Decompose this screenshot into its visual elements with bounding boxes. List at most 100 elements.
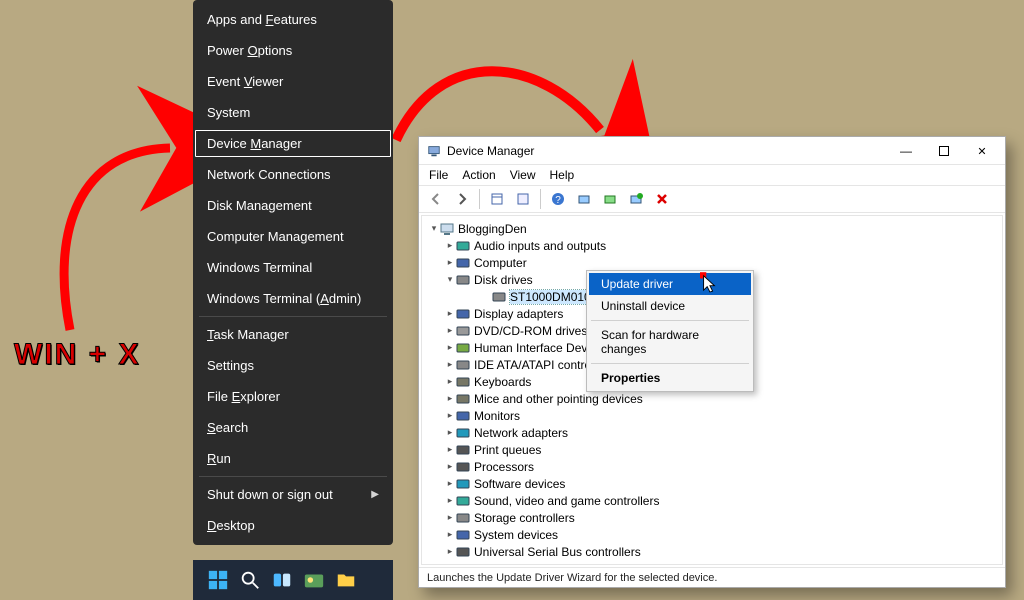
expand-icon[interactable]: ▸: [444, 325, 456, 336]
tree-node[interactable]: ▸Mice and other pointing devices: [424, 390, 998, 407]
properties-button[interactable]: [512, 188, 534, 210]
forward-button[interactable]: [451, 188, 473, 210]
winx-item-label: Search: [207, 420, 248, 435]
toolbar: ?: [419, 185, 1005, 213]
tree-node[interactable]: ▸ Audio inputs and outputs: [424, 237, 998, 254]
tree-node-label: Network adapters: [474, 426, 568, 440]
tree-node-label: Storage controllers: [474, 511, 575, 525]
menu-view[interactable]: View: [510, 168, 536, 182]
tree-root[interactable]: ▾ BloggingDen: [424, 220, 998, 237]
app-icon: [427, 144, 441, 158]
winx-item-network-connections[interactable]: Network Connections: [193, 159, 393, 190]
expand-icon[interactable]: ▸: [444, 410, 456, 421]
winx-item-windows-terminal[interactable]: Windows Terminal: [193, 252, 393, 283]
expand-icon[interactable]: ▸: [444, 427, 456, 438]
winx-item-task-manager[interactable]: Task Manager: [193, 319, 393, 350]
expand-icon[interactable]: ▸: [444, 444, 456, 455]
computer-icon: [440, 222, 454, 236]
expand-icon[interactable]: ▸: [444, 546, 456, 557]
update-driver-button[interactable]: [599, 188, 621, 210]
file-explorer-icon[interactable]: [335, 569, 357, 591]
tree-node[interactable]: ▸ Computer: [424, 254, 998, 271]
tree-node[interactable]: ▸Universal Serial Bus controllers: [424, 543, 998, 560]
expand-icon[interactable]: ▸: [444, 342, 456, 353]
tree-node-label: Software devices: [474, 477, 565, 491]
tree-node-label: Audio inputs and outputs: [474, 239, 606, 253]
expand-icon[interactable]: ▸: [444, 461, 456, 472]
device-category-icon: [456, 426, 470, 440]
winx-item-shut-down-or-sign-out[interactable]: Shut down or sign out▶: [193, 479, 393, 510]
winx-item-label: Computer Management: [207, 229, 344, 244]
winx-item-system[interactable]: System: [193, 97, 393, 128]
task-view-icon[interactable]: [271, 569, 293, 591]
maximize-button[interactable]: [925, 138, 963, 164]
expand-icon[interactable]: ▸: [444, 529, 456, 540]
menu-help[interactable]: Help: [550, 168, 575, 182]
expand-icon[interactable]: ▸: [444, 359, 456, 370]
expand-icon[interactable]: ▸: [444, 240, 456, 251]
expand-icon[interactable]: ▸: [444, 512, 456, 523]
tree-node-label: Disk drives: [474, 273, 533, 287]
taskbar: [193, 560, 393, 600]
winx-item-device-manager[interactable]: Device Manager: [193, 128, 393, 159]
expand-icon[interactable]: ▸: [444, 393, 456, 404]
shortcut-annotation: WIN + X: [14, 338, 141, 372]
winx-item-file-explorer[interactable]: File Explorer: [193, 381, 393, 412]
winx-item-windows-terminal-admin-[interactable]: Windows Terminal (Admin): [193, 283, 393, 314]
minimize-button[interactable]: —: [887, 138, 925, 164]
winx-item-label: Windows Terminal (Admin): [207, 291, 361, 306]
pinned-app-icon[interactable]: [303, 569, 325, 591]
device-category-icon: [456, 239, 470, 253]
ctx-properties[interactable]: Properties: [589, 367, 751, 389]
expand-icon[interactable]: ▸: [444, 478, 456, 489]
winx-item-label: File Explorer: [207, 389, 280, 404]
collapse-icon[interactable]: ▾: [444, 274, 456, 285]
tree-node[interactable]: ▸ Network adapters: [424, 424, 998, 441]
menu-file[interactable]: File: [429, 168, 448, 182]
winx-item-settings[interactable]: Settings: [193, 350, 393, 381]
tree-node[interactable]: ▸Processors: [424, 458, 998, 475]
show-hidden-button[interactable]: [486, 188, 508, 210]
winx-item-label: Power Options: [207, 43, 292, 58]
winx-item-run[interactable]: Run: [193, 443, 393, 474]
help-button[interactable]: ?: [547, 188, 569, 210]
expand-icon[interactable]: ▸: [444, 257, 456, 268]
search-icon[interactable]: [239, 569, 261, 591]
svg-text:?: ?: [555, 195, 561, 206]
tree-node[interactable]: ▸System devices: [424, 526, 998, 543]
tree-node-label: Computer: [474, 256, 527, 270]
device-tree[interactable]: ▾ BloggingDen ▸Audio inputs and outputs▸…: [421, 215, 1003, 565]
tree-node[interactable]: ▸Print queues: [424, 441, 998, 458]
winx-item-search[interactable]: Search: [193, 412, 393, 443]
close-button[interactable]: [963, 138, 1001, 164]
winx-item-label: System: [207, 105, 250, 120]
winx-item-event-viewer[interactable]: Event Viewer: [193, 66, 393, 97]
menu-action[interactable]: Action: [462, 168, 495, 182]
uninstall-button[interactable]: [651, 188, 673, 210]
ctx-update-driver[interactable]: Update driver: [589, 273, 751, 295]
ctx-scan[interactable]: Scan for hardware changes: [589, 324, 751, 360]
tree-node[interactable]: ▸ Storage controllers: [424, 509, 998, 526]
tree-node[interactable]: ▸ Software devices: [424, 475, 998, 492]
expand-icon[interactable]: ▸: [444, 376, 456, 387]
expand-icon[interactable]: ▸: [444, 495, 456, 506]
winx-item-desktop[interactable]: Desktop: [193, 510, 393, 541]
expand-icon[interactable]: ▸: [444, 308, 456, 319]
winx-item-power-options[interactable]: Power Options: [193, 35, 393, 66]
winx-item-label: Task Manager: [207, 327, 289, 342]
tree-node-label: Sound, video and game controllers: [474, 494, 659, 508]
tree-node[interactable]: ▸ Sound, video and game controllers: [424, 492, 998, 509]
winx-item-computer-management[interactable]: Computer Management: [193, 221, 393, 252]
scan-button[interactable]: [573, 188, 595, 210]
add-legacy-button[interactable]: [625, 188, 647, 210]
collapse-icon[interactable]: ▾: [428, 223, 440, 234]
tree-node[interactable]: ▸Monitors: [424, 407, 998, 424]
back-button[interactable]: [425, 188, 447, 210]
winx-item-disk-management[interactable]: Disk Management: [193, 190, 393, 221]
start-button[interactable]: [207, 569, 229, 591]
winx-item-label: Run: [207, 451, 231, 466]
tree-node-label: Display adapters: [474, 307, 563, 321]
winx-item-apps-and-features[interactable]: Apps and Features: [193, 4, 393, 35]
ctx-uninstall[interactable]: Uninstall device: [589, 295, 751, 317]
device-category-icon: [456, 460, 470, 474]
